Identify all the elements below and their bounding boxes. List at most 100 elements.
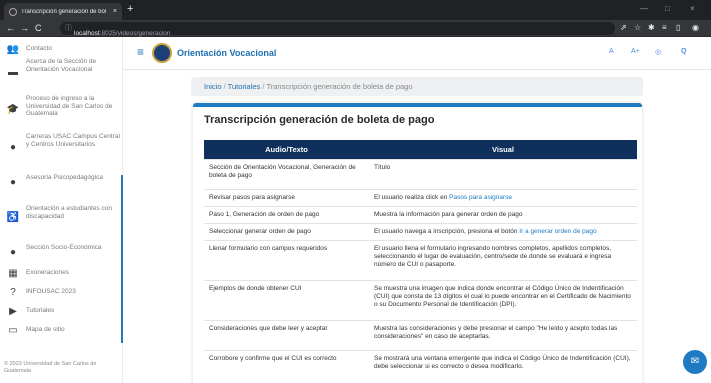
browser-tab-bar: Transcripción generación de bol × + — □ … [0,0,711,20]
url-path: :8025/videos/generacion [99,30,171,37]
table-row: Sección de Orientación Vocacional, Gener… [204,158,637,189]
visual-cell: El usuario realiza click en Pasos para a… [369,188,637,206]
search-icon[interactable]: Q [681,48,686,55]
people-icon: 👥 [6,44,20,55]
audio-cell: Llenar formulario con campos requeridos [204,239,369,280]
globe-icon [9,7,17,16]
map-icon: ▭ [8,325,18,336]
audio-cell: Consideraciones que debe leer y aceptar [204,319,369,350]
back-icon[interactable]: ← [6,22,15,34]
column-header-visual: Visual [369,140,637,159]
sidebar-item-label: Acerca de la Sección de Orientación Voca… [26,58,97,73]
visual-text: El usuario navega a inscripción, presion… [374,227,520,235]
bookmark-star-icon[interactable]: ☆ [634,23,641,32]
tab-title: Transcripción generación de bol [21,8,107,15]
usac-logo[interactable] [152,43,172,63]
sidebar-item-exoneraciones[interactable]: ▦ Exoneraciones [0,269,120,279]
menu-icon[interactable]: ≡ [137,46,144,58]
info-icon: ● [9,177,17,188]
url-bar[interactable]: ⓘ localhost:8025/videos/generacion [60,22,615,37]
table-row: Consideraciones que debe leer y aceptar … [204,319,637,350]
table-row: Ejemplos de donde obtener CUI Se muestra… [204,279,637,320]
generar-orden-de-pago-link[interactable]: Ir a generar orden de pago [519,228,596,235]
reload-icon[interactable]: C [35,22,42,34]
breadcrumb-tutoriales[interactable]: Tutoriales [228,82,261,91]
browser-tab[interactable]: Transcripción generación de bol × [4,3,122,20]
url-host: localhost [74,30,100,37]
graduation-cap-icon: 🎓 [6,104,20,115]
extensions-icon[interactable]: ✱ [648,23,655,32]
sidepanel-icon[interactable]: ▯ [676,23,680,32]
close-window-icon[interactable]: × [690,4,695,13]
text-size-increase-icon[interactable]: A+ [631,48,640,55]
visual-cell: Título [369,158,637,189]
pasos-para-asignarse-link[interactable]: Pasos para asignarse [449,194,512,201]
sidebar-scrollbar[interactable] [121,175,123,343]
sidebar-item-label: Carreras USAC Campus Central y Centros U… [26,133,120,148]
site-info-icon[interactable]: ⓘ [65,23,72,33]
share-icon[interactable]: ⇗ [620,23,627,32]
text-size-icon[interactable]: A [609,48,614,55]
audio-cell: Sección de Orientación Vocacional, Gener… [204,158,369,189]
new-tab-button[interactable]: + [127,4,133,15]
sidebar-item-label: Contacto [26,45,53,52]
minimize-icon[interactable]: — [640,4,648,13]
sidebar-item-infousac[interactable]: ? INFOUSAC 2023 [0,288,120,298]
sidebar-item-label: Tutoriales [26,307,55,314]
book-icon: ▬ [8,67,18,78]
page-title: Transcripción generación de boleta de pa… [204,114,435,126]
browser-toolbar: ← → C ⓘ localhost:8025/videos/generacion… [0,20,711,37]
sidebar-item-tutoriales[interactable]: ▶ Tutoriales [0,307,120,317]
visual-cell: El usuario llena el formulario ingresand… [369,239,637,280]
visual-cell: Muestra la información para generar orde… [369,205,637,223]
breadcrumb-home[interactable]: Inicio [204,82,222,91]
sidebar-item-proceso-ingreso[interactable]: 🎓 Proceso de ingreso a la Universidad de… [0,95,120,118]
question-icon: ? [10,287,16,298]
table-header-row: Audio/Texto Visual [204,140,637,159]
sidebar-item-label: INFOUSAC 2023 [26,288,76,295]
info-icon: ● [9,247,17,258]
audio-cell: Ejemplos de donde obtener CUI [204,279,369,320]
video-icon: ▶ [9,306,17,317]
column-header-audio: Audio/Texto [204,140,369,159]
sidebar-item-contacto[interactable]: 👥 Contacto [0,45,120,55]
visual-cell: Se mostrará una ventana emergente que in… [369,349,637,374]
site-title[interactable]: Orientación Vocacional [177,48,276,58]
transcription-table: Audio/Texto Visual Sección de Orientació… [204,140,637,374]
sidebar-item-label: Sección Socio-Económica [26,244,102,251]
breadcrumb-current: Transcripción generación de boleta de pa… [266,82,413,91]
sidebar-item-label: Asesoría Psicopedagógica [26,174,103,181]
audio-cell: Seleccionar generar orden de pago [204,222,369,240]
sidebar-item-asesoria[interactable]: ● Asesoría Psicopedagógica [0,174,120,188]
sidebar-item-label: Proceso de ingreso a la Universidad de S… [26,95,113,117]
grid-icon: ▦ [8,268,18,279]
table-row: Paso 1, Generación de orden de pago Mues… [204,205,637,223]
chat-bubble-icon[interactable]: ✉ [683,350,707,374]
table-row: Revisar pasos para asignarse El usuario … [204,188,637,206]
visual-text: El usuario realiza click en [374,193,450,201]
maximize-icon[interactable]: □ [665,4,670,13]
contrast-icon[interactable]: ◎ [655,48,661,56]
sidebar-footer: © 2023 Universidad de San Carlos de Guat… [4,361,97,374]
table-row: Llenar formulario con campos requeridos … [204,239,637,280]
sidebar-item-mapa[interactable]: ▭ Mapa de sitio [0,326,120,336]
reading-list-icon[interactable]: ≡ [662,23,667,32]
sidebar-item-discapacidad[interactable]: ♿ Orientación a estudiantes con discapac… [0,205,120,223]
sidebar-item-carreras[interactable]: ● Carreras USAC Campus Central y Centros… [0,133,120,153]
tab-close-icon[interactable]: × [113,8,117,15]
info-icon: ● [9,142,17,153]
audio-cell: Corrobore y confirme que el CUI es corre… [204,349,369,374]
profile-icon[interactable]: ◉ [692,23,699,32]
visual-cell: Se muestra una imagen que indica donde e… [369,279,637,320]
table-row: Corrobore y confirme que el CUI es corre… [204,349,637,374]
table-row: Seleccionar generar orden de pago El usu… [204,222,637,240]
visual-cell: Muestra las consideraciones y debe presi… [369,319,637,350]
sidebar-item-label: Exoneraciones [26,269,69,276]
sidebar-item-acerca[interactable]: ▬ Acerca de la Sección de Orientación Vo… [0,58,120,78]
sidebar-item-socio-economica[interactable]: ● Sección Socio-Económica [0,244,120,258]
audio-cell: Paso 1, Generación de orden de pago [204,205,369,223]
sidebar-item-label: Mapa de sitio [26,326,65,333]
forward-icon[interactable]: → [20,22,29,34]
breadcrumb: Inicio / Tutoriales / Transcripción gene… [191,77,643,96]
accessibility-icon: ♿ [6,212,20,223]
